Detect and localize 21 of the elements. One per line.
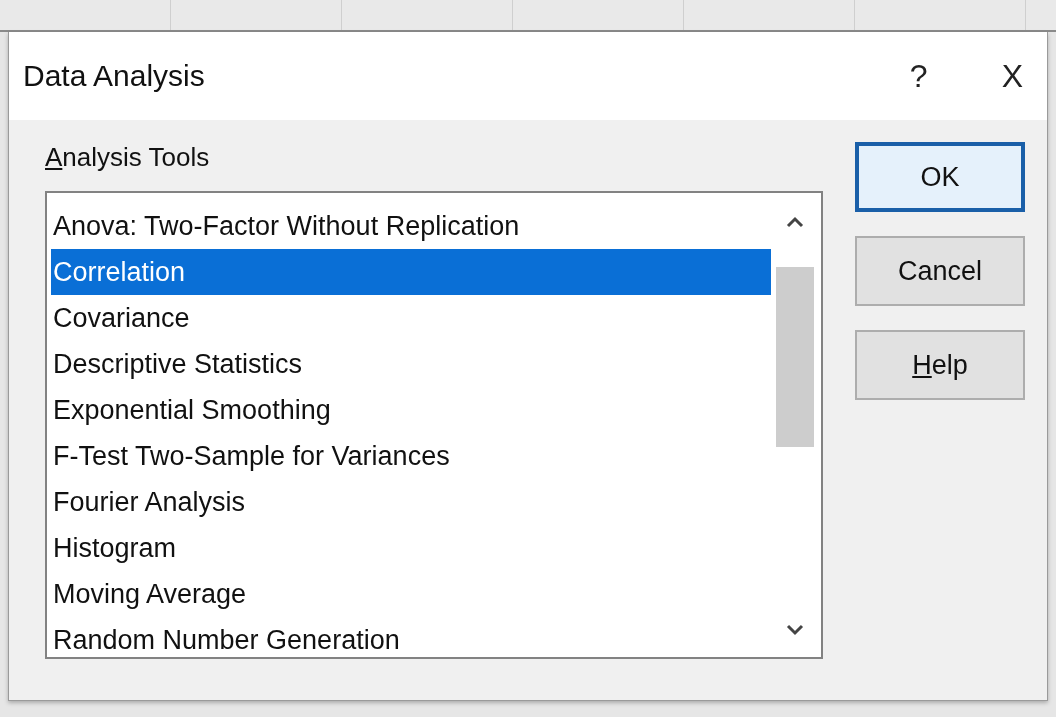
list-label: Analysis Tools — [45, 142, 211, 173]
list-item[interactable]: Covariance — [51, 295, 771, 341]
dialog-button[interactable]: Help — [855, 330, 1025, 400]
list-item[interactable]: Moving Average — [51, 571, 771, 617]
dialog-button[interactable]: Cancel — [855, 236, 1025, 306]
close-button[interactable]: X — [1001, 57, 1023, 95]
list-item[interactable]: F-Test Two-Sample for Variances — [51, 433, 771, 479]
list-item[interactable]: Correlation — [51, 249, 771, 295]
analysis-tools-list[interactable] — [45, 191, 823, 659]
window-title: Data Analysis — [23, 59, 206, 93]
list-item[interactable]: Exponential Smoothing — [51, 387, 771, 433]
list-item[interactable]: Random Number Generation — [51, 617, 771, 663]
help-button[interactable]: ? — [909, 57, 928, 95]
list-item[interactable]: Descriptive Statistics — [51, 341, 771, 387]
list-item[interactable]: Anova: Two-Factor Without Replication — [51, 203, 771, 249]
list-item[interactable]: Histogram — [51, 525, 771, 571]
scroll-down-icon[interactable] — [785, 623, 805, 637]
dialog-button[interactable]: OK — [855, 142, 1025, 212]
scroll-up-icon[interactable] — [785, 215, 805, 229]
scroll-thumb[interactable] — [776, 267, 814, 447]
list-item[interactable]: Fourier Analysis — [51, 479, 771, 525]
